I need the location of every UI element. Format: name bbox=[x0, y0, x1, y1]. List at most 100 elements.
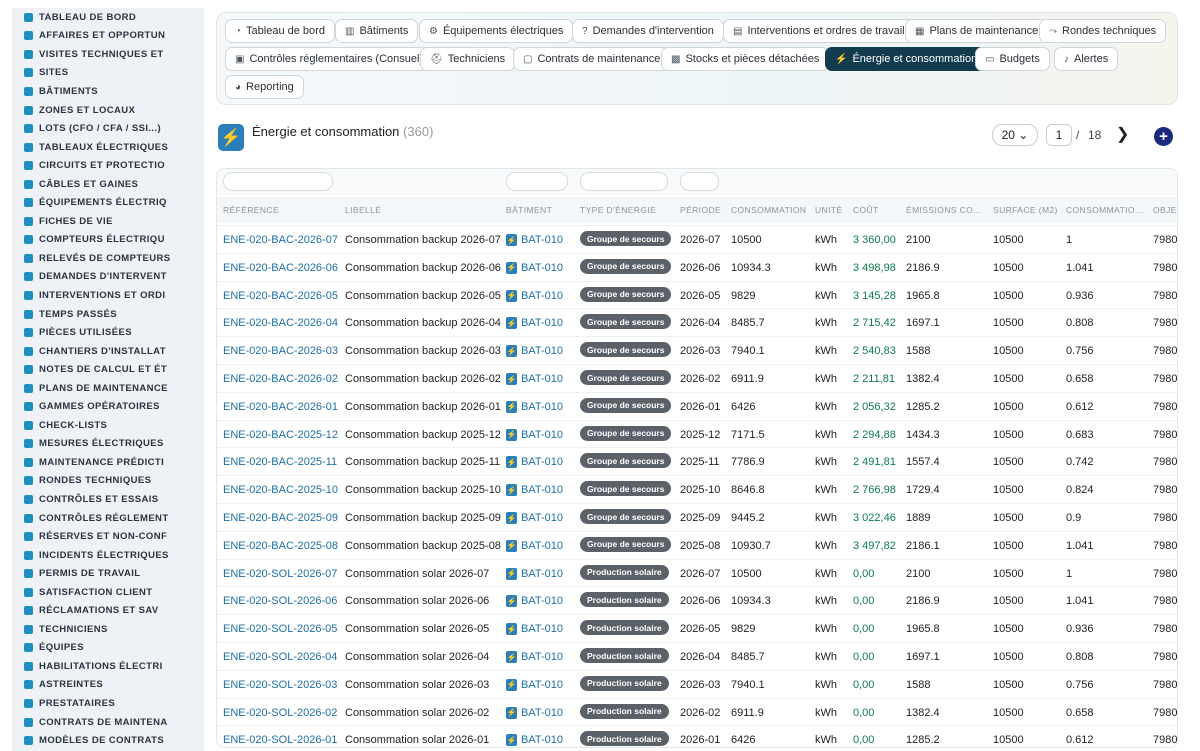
tab-item[interactable]: ⛑ Techniciens bbox=[420, 47, 516, 71]
filter-type-input[interactable] bbox=[580, 172, 668, 191]
sidebar-item[interactable]: RONDES TECHNIQUES bbox=[12, 472, 204, 491]
sidebar-item[interactable]: AFFAIRES ET OPPORTUN bbox=[12, 27, 204, 46]
reference-link[interactable]: ENE-020-BAC-2025-10 bbox=[223, 484, 338, 496]
table-row[interactable]: ENE-020-SOL-2026-03 Consommation solar 20… bbox=[217, 669, 1177, 698]
column-header[interactable]: LIBELLÉ bbox=[345, 205, 381, 215]
column-header[interactable]: CONSOMMATION bbox=[731, 205, 806, 215]
filter-periode-input[interactable] bbox=[680, 172, 719, 191]
sidebar-item[interactable]: MESURES ÉLECTRIQUES bbox=[12, 435, 204, 454]
next-page-icon[interactable]: ❯ bbox=[1116, 124, 1129, 144]
table-row[interactable]: ENE-020-SOL-2026-06 Consommation solar 20… bbox=[217, 586, 1177, 614]
table-row[interactable]: ENE-020-BAC-2025-09 Consommation backup 2… bbox=[217, 503, 1177, 531]
column-header[interactable]: COÛT bbox=[853, 205, 879, 215]
tab-item[interactable]: ⚙ Équipements électriques bbox=[419, 19, 574, 43]
column-header[interactable]: BÂTIMENT bbox=[506, 205, 552, 215]
column-header[interactable]: OBJEC bbox=[1153, 205, 1177, 215]
table-row[interactable]: ENE-020-BAC-2025-08 Consommation backup 2… bbox=[217, 530, 1177, 559]
tab-item[interactable]: ⤳ Rondes techniques bbox=[1039, 19, 1167, 43]
sidebar-item[interactable]: ÉQUIPEMENTS ÉLECTRIQ bbox=[12, 193, 204, 212]
table-row[interactable]: ENE-020-BAC-2025-10 Consommation backup 2… bbox=[217, 475, 1177, 503]
filter-batiment-input[interactable] bbox=[506, 172, 568, 191]
building-link[interactable]: ⚡ BAT-010 bbox=[506, 234, 563, 246]
reference-link[interactable]: ENE-020-SOL-2026-02 bbox=[223, 707, 337, 719]
tab-item[interactable]: ◔ Tableau de bord bbox=[225, 19, 335, 43]
building-link[interactable]: ⚡ BAT-010 bbox=[506, 706, 563, 719]
tab-item[interactable]: ▥ Bâtiments bbox=[335, 19, 419, 43]
building-link[interactable]: ⚡ BAT-010 bbox=[506, 678, 563, 691]
tab-item[interactable]: ? Demandes d'intervention bbox=[572, 19, 724, 43]
reference-link[interactable]: ENE-020-BAC-2025-12 bbox=[223, 429, 338, 441]
reference-link[interactable]: ENE-020-BAC-2025-08 bbox=[223, 540, 338, 552]
reference-link[interactable]: ENE-020-BAC-2026-01 bbox=[223, 401, 338, 413]
table-row[interactable]: ENE-020-BAC-2026-01 Consommation backup 2… bbox=[217, 391, 1177, 420]
sidebar-item[interactable]: BÂTIMENTS bbox=[12, 82, 204, 101]
building-link[interactable]: ⚡ BAT-010 bbox=[506, 261, 563, 274]
reference-link[interactable]: ENE-020-BAC-2026-04 bbox=[223, 317, 338, 329]
sidebar-item[interactable]: PIÈCES UTILISÉES bbox=[12, 323, 204, 342]
sidebar-item[interactable]: SATISFACTION CLIENT bbox=[12, 583, 204, 602]
tab-item[interactable]: ⚡ Énergie et consommation bbox=[825, 47, 988, 71]
tab-item[interactable]: ▩ Stocks et pièces détachées bbox=[661, 47, 830, 71]
sidebar-item[interactable]: ÉQUIPES bbox=[12, 639, 204, 658]
column-header[interactable]: ÉMISSIONS CO... bbox=[906, 205, 981, 215]
add-record-button[interactable]: + bbox=[1154, 127, 1173, 146]
table-row[interactable]: ENE-020-SOL-2026-07 Consommation solar 20… bbox=[217, 558, 1177, 587]
building-link[interactable]: ⚡ BAT-010 bbox=[506, 651, 563, 663]
sidebar-item[interactable]: CONTRATS DE MAINTENA bbox=[12, 713, 204, 732]
page-size-select[interactable]: 20 ⌄ bbox=[992, 124, 1038, 146]
sidebar-item[interactable]: VISITES TECHNIQUES ET bbox=[12, 45, 204, 64]
sidebar-item[interactable]: FICHES DE VIE bbox=[12, 212, 204, 231]
sidebar-item[interactable]: TECHNICIENS bbox=[12, 620, 204, 639]
building-link[interactable]: ⚡ BAT-010 bbox=[506, 289, 563, 302]
reference-link[interactable]: ENE-020-BAC-2026-03 bbox=[223, 345, 338, 357]
table-row[interactable]: ENE-020-BAC-2026-07 Consommation backup 2… bbox=[217, 225, 1177, 253]
sidebar-item[interactable]: CHANTIERS D'INSTALLAT bbox=[12, 342, 204, 361]
reference-link[interactable]: ENE-020-BAC-2026-06 bbox=[223, 262, 338, 274]
building-link[interactable]: ⚡ BAT-010 bbox=[506, 734, 563, 747]
tab-item[interactable]: ♪ Alertes bbox=[1054, 47, 1119, 71]
sidebar-item[interactable]: MAINTENANCE PRÉDICTI bbox=[12, 453, 204, 472]
building-link[interactable]: ⚡ BAT-010 bbox=[506, 456, 563, 469]
sidebar-item[interactable]: RÉSERVES ET NON-CONF bbox=[12, 527, 204, 546]
sidebar-item[interactable]: CONTRÔLES RÉGLEMENT bbox=[12, 509, 204, 528]
filter-reference-input[interactable] bbox=[223, 172, 333, 191]
sidebar-item[interactable]: PERMIS DE TRAVAIL bbox=[12, 564, 204, 583]
reference-link[interactable]: ENE-020-SOL-2026-01 bbox=[223, 734, 337, 746]
sidebar-item[interactable]: TABLEAU DE BORD bbox=[12, 8, 204, 27]
reference-link[interactable]: ENE-020-BAC-2026-07 bbox=[223, 234, 338, 246]
table-row[interactable]: ENE-020-BAC-2026-05 Consommation backup 2… bbox=[217, 280, 1177, 309]
sidebar-item[interactable]: CIRCUITS ET PROTECTIO bbox=[12, 156, 204, 175]
reference-link[interactable]: ENE-020-SOL-2026-06 bbox=[223, 595, 337, 607]
sidebar-item[interactable]: TEMPS PASSÉS bbox=[12, 305, 204, 324]
tab-item[interactable]: ▭ Budgets bbox=[975, 47, 1050, 71]
sidebar-item[interactable]: LOTS (CFO / CFA / SSI...) bbox=[12, 119, 204, 138]
table-row[interactable]: ENE-020-SOL-2026-05 Consommation solar 20… bbox=[217, 614, 1177, 642]
sidebar-item[interactable]: RÉCLAMATIONS ET SAV bbox=[12, 602, 204, 621]
table-row[interactable]: ENE-020-BAC-2026-02 Consommation backup 2… bbox=[217, 364, 1177, 392]
sidebar-item[interactable]: PRESTATAIRES bbox=[12, 694, 204, 713]
reference-link[interactable]: ENE-020-BAC-2026-02 bbox=[223, 373, 338, 385]
table-row[interactable]: ENE-020-BAC-2026-04 Consommation backup 2… bbox=[217, 308, 1177, 336]
sidebar-item[interactable]: CÂBLES ET GAINES bbox=[12, 175, 204, 194]
sidebar-item[interactable]: GAMMES OPÉRATOIRES bbox=[12, 397, 204, 416]
sidebar-item[interactable]: COMPTEURS ÉLECTRIQU bbox=[12, 231, 204, 250]
sidebar-item[interactable]: CONTRÔLES ET ESSAIS bbox=[12, 490, 204, 509]
reference-link[interactable]: ENE-020-SOL-2026-03 bbox=[223, 679, 337, 691]
table-row[interactable]: ENE-020-BAC-2025-12 Consommation backup 2… bbox=[217, 419, 1177, 448]
column-header[interactable]: RÉFÉRENCE bbox=[223, 205, 279, 215]
reference-link[interactable]: ENE-020-SOL-2026-04 bbox=[223, 651, 337, 663]
column-header[interactable]: UNITÉ bbox=[815, 205, 843, 215]
reference-link[interactable]: ENE-020-SOL-2026-05 bbox=[223, 623, 337, 635]
column-header[interactable]: TYPE D'ÉNERGIE bbox=[580, 205, 656, 215]
reference-link[interactable]: ENE-020-BAC-2025-11 bbox=[223, 456, 337, 468]
sidebar-item[interactable]: INCIDENTS ÉLECTRIQUES bbox=[12, 546, 204, 565]
sidebar-item[interactable]: NOTES DE CALCUL ET ÉT bbox=[12, 360, 204, 379]
reference-link[interactable]: ENE-020-SOL-2026-07 bbox=[223, 568, 337, 580]
sidebar-item[interactable]: ASTREINTES bbox=[12, 676, 204, 695]
tab-item[interactable]: ▢ Contrats de maintenance bbox=[513, 47, 671, 71]
sidebar-item[interactable]: MODÈLES DE CONTRATS bbox=[12, 731, 204, 750]
building-link[interactable]: ⚡ BAT-010 bbox=[506, 567, 563, 580]
sidebar-item[interactable]: DEMANDES D'INTERVENT bbox=[12, 268, 204, 287]
building-link[interactable]: ⚡ BAT-010 bbox=[506, 484, 563, 497]
building-link[interactable]: ⚡ BAT-010 bbox=[506, 345, 563, 358]
